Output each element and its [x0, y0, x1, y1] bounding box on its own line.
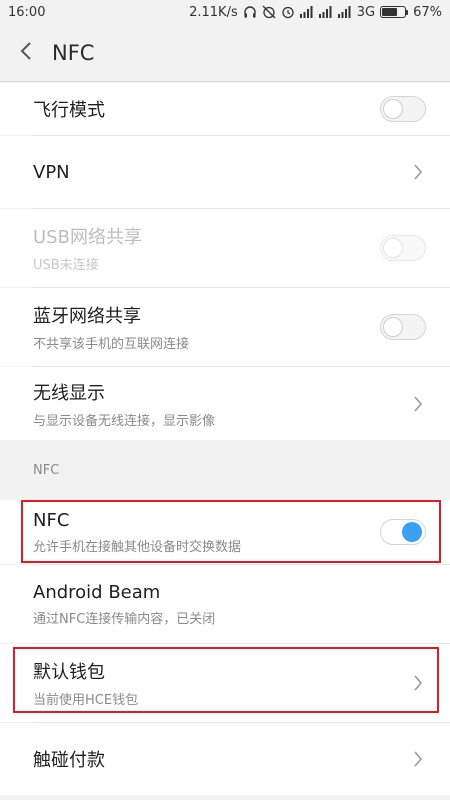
usb-tethering-label: USB网络共享 — [33, 227, 142, 248]
bluetooth-tethering-toggle[interactable] — [380, 314, 426, 340]
signal-icon — [337, 6, 352, 18]
usb-tethering-status: USB未连接 — [33, 258, 99, 273]
android-beam-row[interactable]: Android Beam 通过NFC连接传输内容，已关闭 — [0, 565, 450, 643]
alarm-off-icon — [262, 5, 276, 19]
nfc-label: NFC — [33, 509, 70, 531]
chevron-right-icon — [410, 673, 426, 693]
battery-icon — [380, 6, 409, 18]
android-beam-desc: 通过NFC连接传输内容，已关闭 — [33, 611, 216, 627]
app-bar: NFC — [0, 24, 450, 82]
net-speed: 2.11K/s — [189, 4, 238, 20]
default-wallet-row[interactable]: 默认钱包 当前使用HCE钱包 — [0, 644, 450, 722]
bluetooth-tethering-status: 不共享该手机的互联网连接 — [33, 337, 190, 352]
tap-and-pay-label: 触碰付款 — [33, 750, 105, 771]
chevron-right-icon — [410, 749, 426, 769]
wireless-display-desc: 与显示设备无线连接，显示影像 — [33, 413, 216, 429]
network-type: 3G — [356, 4, 376, 20]
nfc-row[interactable]: NFC 允许手机在接触其他设备时交换数据 — [0, 500, 450, 564]
airplane-mode-row[interactable]: 飞行模式 — [0, 83, 450, 135]
android-beam-label: Android Beam — [33, 581, 161, 603]
chevron-right-icon — [410, 394, 426, 414]
usb-tethering-row: USB网络共享 USB未连接 — [0, 209, 450, 287]
bluetooth-tethering-row[interactable]: 蓝牙网络共享 不共享该手机的互联网连接 — [0, 288, 450, 366]
battery-percent: 67% — [413, 4, 442, 20]
back-button[interactable] — [0, 24, 52, 82]
airplane-mode-toggle[interactable] — [380, 96, 426, 122]
nfc-toggle[interactable] — [380, 519, 426, 545]
nfc-desc: 允许手机在接触其他设备时交换数据 — [33, 539, 242, 555]
vpn-label: VPN — [33, 161, 70, 183]
tap-and-pay-row[interactable]: 触碰付款 — [0, 723, 450, 795]
status-icons: 2.11K/s 3G 67% — [189, 5, 442, 20]
vpn-row[interactable]: VPN — [0, 136, 450, 208]
wireless-display-row[interactable]: 无线显示 与显示设备无线连接，显示影像 — [0, 367, 450, 440]
headphones-icon — [243, 5, 257, 19]
signal-icon — [299, 6, 314, 18]
status-bar: 16:00 2.11K/s 3G 67% — [0, 0, 450, 24]
status-time: 16:00 — [8, 4, 46, 20]
wireless-display-label: 无线显示 — [33, 382, 105, 404]
chevron-right-icon — [410, 162, 426, 182]
section-header-label: NFC — [33, 462, 60, 478]
alarm-clock-icon — [281, 5, 295, 19]
page-title: NFC — [52, 40, 95, 65]
section-header-nfc: NFC — [0, 440, 450, 500]
usb-tethering-toggle — [380, 235, 426, 261]
signal-icon — [318, 6, 333, 18]
bluetooth-tethering-label: 蓝牙网络共享 — [33, 306, 141, 327]
default-wallet-desc: 当前使用HCE钱包 — [33, 693, 139, 708]
back-arrow-icon — [19, 41, 33, 65]
airplane-mode-label: 飞行模式 — [33, 100, 105, 121]
default-wallet-label: 默认钱包 — [33, 662, 105, 683]
